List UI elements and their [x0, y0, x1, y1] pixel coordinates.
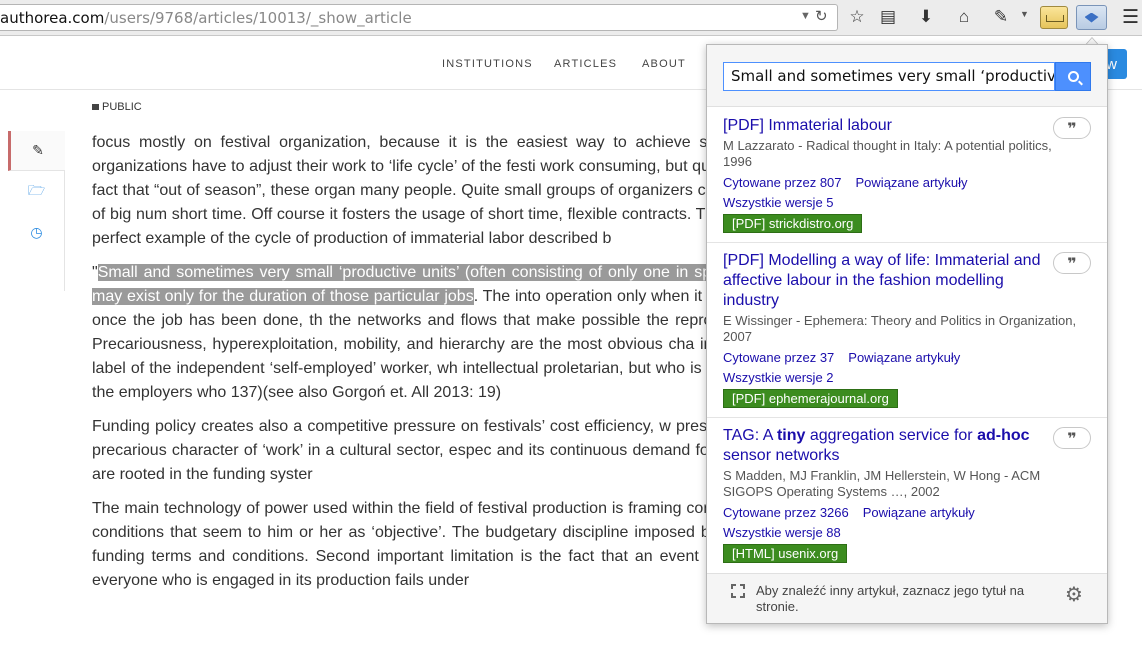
url-text[interactable]: authorea.com/users/9768/articles/10013/_…: [0, 9, 412, 27]
history-tool[interactable]: ◷: [8, 212, 65, 252]
scholar-extension-icon[interactable]: [1076, 5, 1107, 30]
scholar-search-input[interactable]: Small and sometimes very small ‘producti…: [723, 62, 1055, 91]
unlock-icon: [92, 104, 99, 110]
result-item: [PDF] Modelling a way of life: Immateria…: [707, 243, 1107, 418]
visibility-label: PUBLIC: [92, 101, 142, 113]
folder-icon: 🗁: [27, 182, 46, 198]
url-dropdown-icon[interactable]: ▼: [800, 10, 811, 22]
versions-link[interactable]: Wszystkie wersje 88: [723, 525, 841, 540]
eyedropper-dropdown-icon[interactable]: ▼: [1020, 9, 1029, 19]
result-title[interactable]: TAG: A tiny aggregation service for ad-h…: [723, 426, 1053, 466]
visibility-text: PUBLIC: [102, 101, 142, 113]
title-bold-part: ad-hoc: [977, 427, 1030, 444]
pencil-icon: ✎: [32, 142, 44, 158]
result-links: Cytowane przez 807 Powiązane artykuły: [723, 175, 982, 190]
reload-icon[interactable]: ↻: [815, 7, 828, 25]
source-link[interactable]: [PDF] strickdistro.org: [723, 214, 863, 233]
related-link[interactable]: Powiązane artykuły: [863, 505, 975, 520]
download-icon[interactable]: ⬇: [915, 6, 937, 28]
popup-footer: Aby znaleźć inny artykuł, zaznacz jego t…: [707, 573, 1107, 623]
result-title[interactable]: [PDF] Modelling a way of life: Immateria…: [723, 251, 1053, 311]
scholar-popup: Small and sometimes very small ‘producti…: [706, 44, 1108, 624]
title-part: aggregation service for: [805, 427, 978, 444]
popup-header: Small and sometimes very small ‘producti…: [707, 45, 1107, 107]
nav-institutions[interactable]: INSTITUTIONS: [442, 58, 533, 70]
title-part: TAG: A: [723, 427, 777, 444]
related-link[interactable]: Powiązane artykuły: [856, 175, 968, 190]
title-bold-part: tiny: [776, 427, 806, 444]
related-link[interactable]: Powiązane artykuły: [848, 350, 960, 365]
search-icon: [1067, 71, 1079, 82]
reading-list-icon[interactable]: ▤: [877, 6, 899, 28]
cited-by-link[interactable]: Cytowane przez 3266: [723, 505, 849, 520]
cite-button[interactable]: ❞: [1053, 252, 1091, 274]
scholar-search-button[interactable]: [1055, 62, 1091, 91]
source-link[interactable]: [PDF] ephemerajournal.org: [723, 389, 898, 408]
cited-by-link[interactable]: Cytowane przez 37: [723, 350, 834, 365]
cite-button[interactable]: ❞: [1053, 117, 1091, 139]
nav-articles[interactable]: ARTICLES: [554, 58, 617, 70]
browser-toolbar: authorea.com/users/9768/articles/10013/_…: [0, 0, 1142, 36]
result-links: Cytowane przez 3266 Powiązane artykuły: [723, 505, 989, 520]
versions-link[interactable]: Wszystkie wersje 5: [723, 195, 834, 210]
result-item: [PDF] Immaterial labour M Lazzarato - Ra…: [707, 108, 1107, 243]
result-title[interactable]: [PDF] Immaterial labour: [723, 116, 1053, 136]
folder-tool[interactable]: 🗁: [8, 172, 65, 212]
quote-mark: ": [92, 264, 98, 281]
edit-tool[interactable]: ✎: [8, 131, 65, 171]
nav-about[interactable]: ABOUT: [642, 58, 686, 70]
result-meta: E Wissinger - Ephemera: Theory and Polit…: [723, 313, 1077, 344]
bookmark-star-icon[interactable]: ☆: [846, 6, 868, 28]
ruler-extension-icon[interactable]: [1040, 6, 1068, 29]
side-toolbar: ✎ 🗁 ◷: [8, 131, 65, 291]
versions-link[interactable]: Wszystkie wersje 2: [723, 370, 834, 385]
result-links: Cytowane przez 37 Powiązane artykuły: [723, 350, 974, 365]
expand-icon[interactable]: [731, 584, 745, 598]
cite-button[interactable]: ❞: [1053, 427, 1091, 449]
url-path: /users/9768/articles/10013/_show_article: [104, 9, 412, 27]
home-icon[interactable]: ⌂: [953, 6, 975, 28]
result-item: TAG: A tiny aggregation service for ad-h…: [707, 418, 1107, 573]
eyedropper-icon[interactable]: ✎: [990, 6, 1012, 28]
cited-by-link[interactable]: Cytowane przez 807: [723, 175, 842, 190]
gear-icon[interactable]: ⚙: [1065, 582, 1083, 607]
footer-hint: Aby znaleźć inny artykuł, zaznacz jego t…: [756, 583, 1025, 614]
title-part: sensor networks: [723, 447, 840, 464]
result-meta: S Madden, MJ Franklin, JM Hellerstein, W…: [723, 468, 1041, 499]
url-host: authorea.com: [0, 9, 105, 27]
scholar-cap-icon: [1084, 12, 1099, 23]
result-meta: M Lazzarato - Radical thought in Italy: …: [723, 138, 1052, 169]
source-link[interactable]: [HTML] usenix.org: [723, 544, 848, 563]
clock-icon: ◷: [30, 223, 43, 240]
url-bar[interactable]: authorea.com/users/9768/articles/10013/_…: [0, 4, 838, 31]
hamburger-menu-icon[interactable]: ☰: [1122, 6, 1139, 29]
